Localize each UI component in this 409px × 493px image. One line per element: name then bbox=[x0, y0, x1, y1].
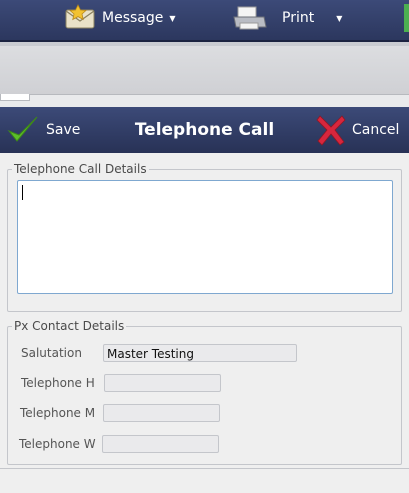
salutation-field[interactable]: Master Testing bbox=[103, 344, 297, 362]
salutation-value: Master Testing bbox=[107, 347, 194, 361]
call-details-group: Telephone Call Details bbox=[7, 162, 402, 312]
cancel-label: Cancel bbox=[352, 122, 400, 138]
status-indicator bbox=[404, 4, 409, 32]
dialog-header: Save Telephone Call Cancel bbox=[0, 107, 409, 153]
checkmark-icon bbox=[7, 116, 38, 142]
text-cursor bbox=[22, 185, 23, 200]
tab-stub[interactable] bbox=[0, 94, 30, 101]
chevron-down-icon[interactable]: ▼ bbox=[336, 14, 342, 23]
cross-icon bbox=[316, 115, 346, 146]
print-button[interactable]: Print ▼ bbox=[232, 0, 342, 36]
message-label: Message bbox=[102, 10, 164, 26]
footer-divider bbox=[0, 468, 409, 469]
telephone-w-label: Telephone W bbox=[19, 437, 96, 451]
print-label: Print bbox=[282, 10, 315, 26]
printer-icon bbox=[233, 6, 267, 30]
save-label: Save bbox=[46, 122, 81, 138]
salutation-label: Salutation bbox=[21, 346, 82, 360]
contact-details-legend: Px Contact Details bbox=[14, 319, 125, 333]
telephone-w-field[interactable] bbox=[102, 435, 219, 453]
chevron-down-icon[interactable]: ▼ bbox=[169, 14, 175, 23]
telephone-m-label: Telephone M bbox=[20, 406, 96, 420]
telephone-m-field[interactable] bbox=[103, 404, 220, 422]
call-details-legend: Telephone Call Details bbox=[14, 162, 147, 176]
message-button[interactable]: Message ▼ bbox=[64, 0, 176, 36]
ribbon-area bbox=[0, 46, 409, 95]
call-notes-textarea[interactable] bbox=[17, 180, 393, 294]
envelope-star-icon bbox=[65, 4, 95, 29]
telephone-h-label: Telephone H bbox=[21, 376, 95, 390]
top-toolbar: Message ▼ Print ▼ bbox=[0, 0, 409, 42]
cancel-button[interactable]: Cancel bbox=[316, 107, 399, 153]
save-button[interactable]: Save bbox=[6, 107, 80, 153]
telephone-h-field[interactable] bbox=[104, 374, 221, 392]
